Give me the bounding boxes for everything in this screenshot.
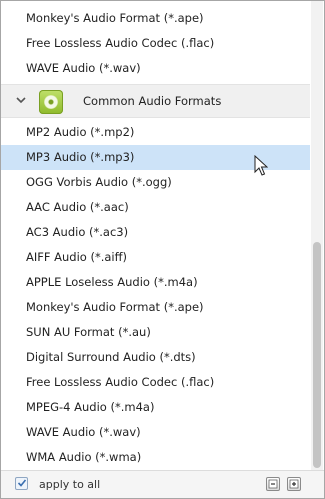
format-item-aiff[interactable]: AIFF Audio (*.aiff) [1, 245, 310, 270]
format-item-dts[interactable]: Digital Surround Audio (*.dts) [1, 345, 310, 370]
expand-all-button[interactable] [287, 477, 301, 491]
mouse-cursor-icon [254, 155, 268, 176]
format-list-panel: Monkey's Audio Format (*.ape) Free Lossl… [0, 0, 325, 499]
format-item-au[interactable]: SUN AU Format (*.au) [1, 320, 310, 345]
group-header-common-audio[interactable]: Common Audio Formats [1, 84, 310, 118]
apply-to-all-label: apply to all [39, 478, 101, 491]
format-item-label: Monkey's Audio Format (*.ape) [26, 300, 204, 314]
format-item-ape[interactable]: Monkey's Audio Format (*.ape) [1, 6, 310, 31]
format-item-label: MP2 Audio (*.mp2) [26, 125, 135, 139]
checkmark-icon [17, 479, 27, 487]
format-item-ape[interactable]: Monkey's Audio Format (*.ape) [1, 295, 310, 320]
collapse-all-icon [268, 479, 278, 489]
format-item-label: Free Lossless Audio Codec (.flac) [26, 36, 215, 50]
format-item-label: WAVE Audio (*.wav) [26, 425, 141, 439]
format-item-m4a[interactable]: MPEG-4 Audio (*.m4a) [1, 395, 310, 420]
format-item-flac[interactable]: Free Lossless Audio Codec (.flac) [1, 370, 310, 395]
format-item-label: WAVE Audio (*.wav) [26, 61, 141, 75]
format-item-apple-lossless[interactable]: APPLE Loseless Audio (*.m4a) [1, 270, 310, 295]
format-item-label: AC3 Audio (*.ac3) [26, 225, 129, 239]
format-item-aac[interactable]: AAC Audio (*.aac) [1, 195, 310, 220]
format-item-label: SUN AU Format (*.au) [26, 325, 151, 339]
format-item-label: MPEG-4 Audio (*.m4a) [26, 400, 155, 414]
format-item-label: AIFF Audio (*.aiff) [26, 250, 128, 264]
footer-bar: apply to all [1, 470, 324, 498]
format-item-label: OGG Vorbis Audio (*.ogg) [26, 175, 172, 189]
format-item-label: MP3 Audio (*.mp3) [26, 150, 135, 164]
format-item-label: APPLE Loseless Audio (*.m4a) [26, 275, 198, 289]
format-item-label: Monkey's Audio Format (*.ape) [26, 11, 204, 25]
group-label: Common Audio Formats [83, 94, 222, 108]
format-item-label: AAC Audio (*.aac) [26, 200, 129, 214]
scrollbar-thumb[interactable] [313, 242, 321, 468]
format-list: Monkey's Audio Format (*.ape) Free Lossl… [1, 1, 310, 470]
format-item-mp2[interactable]: MP2 Audio (*.mp2) [1, 120, 310, 145]
collapse-all-button[interactable] [266, 477, 280, 491]
format-item-wma[interactable]: WMA Audio (*.wma) [1, 445, 310, 470]
format-item-label: WMA Audio (*.wma) [26, 450, 142, 464]
chevron-down-icon[interactable] [15, 94, 27, 106]
expand-all-icon [289, 479, 299, 489]
format-item-label: Digital Surround Audio (*.dts) [26, 350, 196, 364]
format-item-flac[interactable]: Free Lossless Audio Codec (.flac) [1, 31, 310, 56]
format-item-label: Free Lossless Audio Codec (.flac) [26, 375, 215, 389]
apply-to-all-checkbox[interactable] [15, 477, 28, 490]
format-item-ac3[interactable]: AC3 Audio (*.ac3) [1, 220, 310, 245]
vertical-scrollbar[interactable] [311, 1, 323, 470]
format-item-wav[interactable]: WAVE Audio (*.wav) [1, 56, 310, 81]
format-item-wav[interactable]: WAVE Audio (*.wav) [1, 420, 310, 445]
audio-format-icon [39, 90, 63, 114]
